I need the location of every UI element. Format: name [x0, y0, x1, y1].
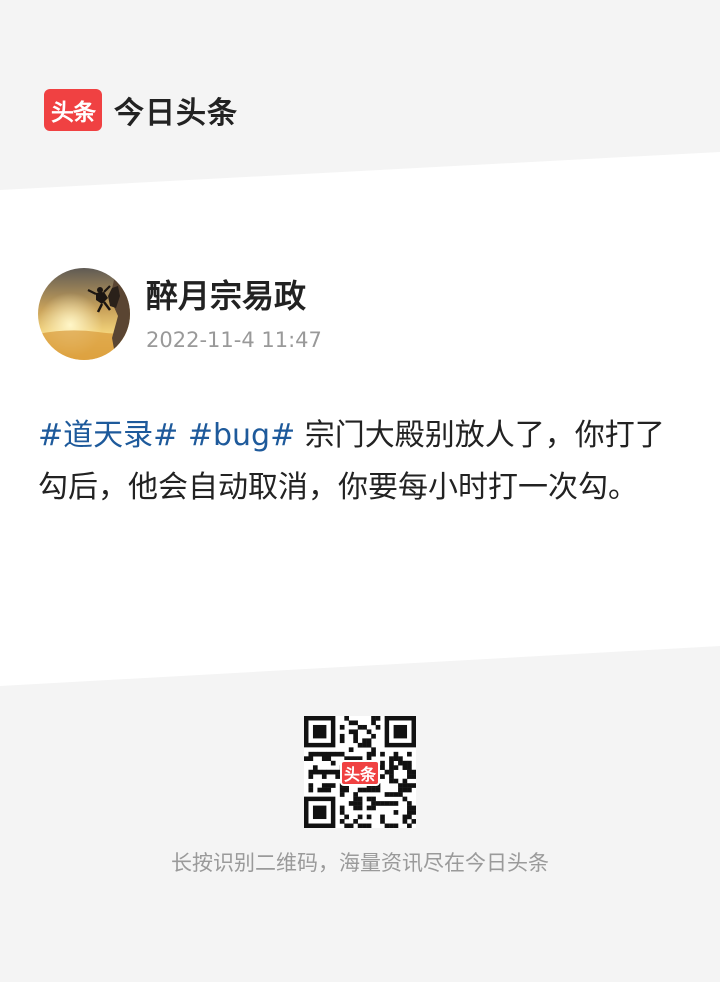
qr-code[interactable]: 头条 [304, 716, 417, 829]
post-content: #道天录# #bug# 宗门大殿别放人了，你打了勾后，他会自动取消，你要每小时打… [38, 410, 688, 514]
author-avatar[interactable] [38, 268, 130, 360]
author-name[interactable]: 醉月宗易政 [146, 276, 306, 316]
qr-logo-icon: 头条 [340, 760, 380, 786]
avatar-image [38, 268, 130, 360]
qr-caption: 长按识别二维码，海量资讯尽在今日头条 [171, 851, 549, 875]
hashtag-link[interactable]: #bug# [188, 418, 295, 453]
hashtag-link[interactable]: #道天录# [38, 418, 178, 453]
toutiao-logo-icon: 头条 [44, 89, 102, 131]
post-timestamp: 2022-11-4 11:47 [146, 328, 322, 352]
brand-header: 头条 今日头条 [44, 86, 238, 134]
brand-name: 今日头条 [114, 96, 238, 131]
